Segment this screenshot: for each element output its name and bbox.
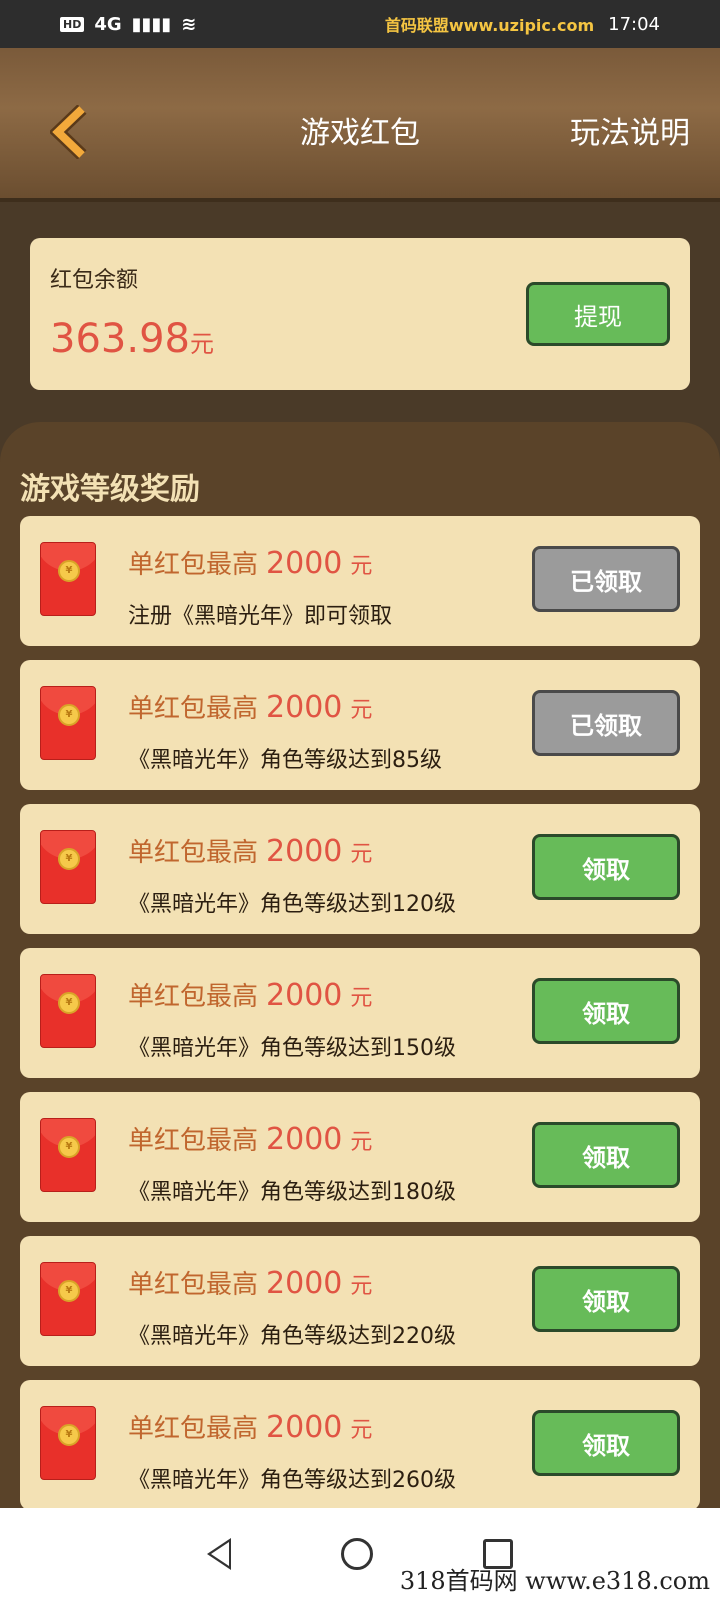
balance-card: 红包余额 363.98元 提现: [30, 238, 690, 390]
balance-label: 红包余额: [50, 268, 139, 293]
section-title: 游戏等级奖励: [20, 472, 200, 507]
reward-title-text: 单红包最高: [128, 550, 259, 580]
reward-description: 《黑暗光年》角色等级达到220级: [128, 1324, 456, 1349]
status-time: 17:04: [608, 13, 660, 35]
reward-title: 单红包最高 2000 元: [128, 1120, 372, 1157]
reward-title-text: 单红包最高: [128, 1414, 259, 1444]
reward-title: 单红包最高 2000 元: [128, 832, 372, 869]
reward-title-text: 单红包最高: [128, 1270, 259, 1300]
nav-back-icon[interactable]: [207, 1538, 231, 1570]
reward-unit: 元: [350, 1418, 373, 1443]
reward-item: ¥ 单红包最高 2000 元《黑暗光年》角色等级达到120级 领取: [20, 804, 700, 934]
reward-amount: 2000: [266, 690, 343, 725]
reward-amount: 2000: [266, 1410, 343, 1445]
reward-description: 《黑暗光年》角色等级达到180级: [128, 1180, 456, 1205]
reward-title: 单红包最高 2000 元: [128, 544, 372, 581]
reward-description: 注册《黑暗光年》即可领取: [128, 604, 393, 629]
claim-button[interactable]: 已领取: [532, 546, 680, 612]
balance-amount: 363.98元: [50, 316, 214, 362]
reward-item: ¥ 单红包最高 2000 元注册《黑暗光年》即可领取 已领取: [20, 516, 700, 646]
reward-title-text: 单红包最高: [128, 694, 259, 724]
claim-button[interactable]: 领取: [532, 834, 680, 900]
reward-item: ¥ 单红包最高 2000 元《黑暗光年》角色等级达到85级 已领取: [20, 660, 700, 790]
nav-bar: 318首码网 www.e318.com: [0, 1508, 720, 1600]
reward-unit: 元: [350, 554, 373, 579]
reward-unit: 元: [350, 1130, 373, 1155]
reward-description: 《黑暗光年》角色等级达到260级: [128, 1468, 456, 1493]
reward-unit: 元: [350, 698, 373, 723]
red-envelope-icon: ¥: [40, 830, 96, 904]
reward-amount: 2000: [266, 834, 343, 869]
reward-title-text: 单红包最高: [128, 838, 259, 868]
reward-title-text: 单红包最高: [128, 982, 259, 1012]
wifi-icon: ≋: [181, 13, 197, 35]
reward-title: 单红包最高 2000 元: [128, 688, 372, 725]
reward-title: 单红包最高 2000 元: [128, 976, 372, 1013]
reward-description: 《黑暗光年》角色等级达到85级: [128, 748, 442, 773]
hd-icon: HD: [60, 16, 85, 32]
reward-item: ¥ 单红包最高 2000 元《黑暗光年》角色等级达到150级 领取: [20, 948, 700, 1078]
reward-title: 单红包最高 2000 元: [128, 1264, 372, 1301]
reward-description: 《黑暗光年》角色等级达到150级: [128, 1036, 456, 1061]
watermark-bottom: 318首码网 www.e318.com: [399, 1567, 710, 1595]
reward-title-text: 单红包最高: [128, 1126, 259, 1156]
claim-button[interactable]: 已领取: [532, 690, 680, 756]
reward-unit: 元: [350, 986, 373, 1011]
status-left: HD 4G ▮▮▮▮ ≋: [60, 14, 196, 35]
reward-description: 《黑暗光年》角色等级达到120级: [128, 892, 456, 917]
red-envelope-icon: ¥: [40, 1406, 96, 1480]
reward-amount: 2000: [266, 978, 343, 1013]
reward-unit: 元: [350, 1274, 373, 1299]
reward-title: 单红包最高 2000 元: [128, 1408, 372, 1445]
status-bar: HD 4G ▮▮▮▮ ≋ 首码联盟www.uzipic.com 17:04: [0, 0, 720, 48]
rules-link[interactable]: 玩法说明: [570, 108, 690, 152]
nav-home-icon[interactable]: [341, 1538, 373, 1570]
claim-button[interactable]: 领取: [532, 1410, 680, 1476]
reward-unit: 元: [350, 842, 373, 867]
claim-button[interactable]: 领取: [532, 1266, 680, 1332]
header: 游戏红包 玩法说明: [0, 48, 720, 202]
reward-amount: 2000: [266, 1266, 343, 1301]
balance-unit: 元: [189, 330, 214, 358]
claim-button[interactable]: 领取: [532, 1122, 680, 1188]
red-envelope-icon: ¥: [40, 686, 96, 760]
claim-button[interactable]: 领取: [532, 978, 680, 1044]
watermark-top: 首码联盟www.uzipic.com: [384, 16, 595, 35]
reward-item: ¥ 单红包最高 2000 元《黑暗光年》角色等级达到260级 领取: [20, 1380, 700, 1508]
rewards-panel[interactable]: 游戏等级奖励 ¥ 单红包最高 2000 元注册《黑暗光年》即可领取 已领取 ¥ 单红包最高 2…: [0, 422, 720, 1508]
status-right: 首码联盟www.uzipic.com 17:04: [385, 12, 660, 36]
signal-icon: ▮▮▮▮: [131, 13, 172, 35]
red-envelope-icon: ¥: [40, 974, 96, 1048]
red-envelope-icon: ¥: [40, 1262, 96, 1336]
red-envelope-icon: ¥: [40, 542, 96, 616]
withdraw-button[interactable]: 提现: [526, 282, 670, 346]
red-envelope-icon: ¥: [40, 1118, 96, 1192]
reward-item: ¥ 单红包最高 2000 元《黑暗光年》角色等级达到180级 领取: [20, 1092, 700, 1222]
reward-amount: 2000: [266, 1122, 343, 1157]
reward-item: ¥ 单红包最高 2000 元《黑暗光年》角色等级达到220级 领取: [20, 1236, 700, 1366]
balance-value: 363.98: [50, 316, 190, 362]
reward-amount: 2000: [266, 546, 343, 581]
signal-label: 4G: [94, 13, 122, 35]
